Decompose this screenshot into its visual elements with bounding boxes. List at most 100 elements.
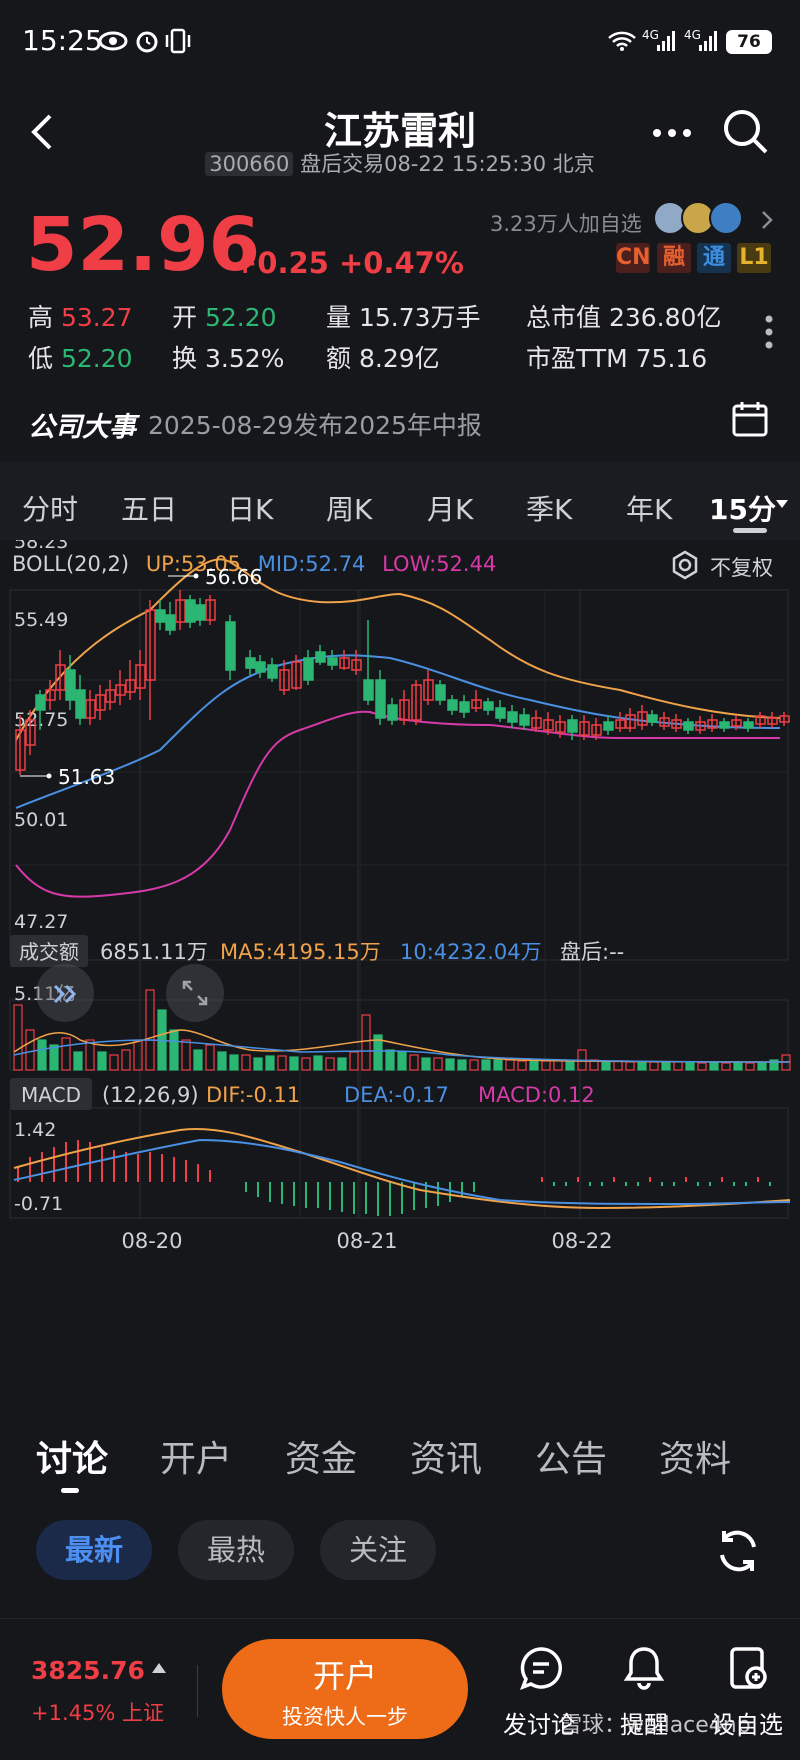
volume-bar: [121, 1049, 131, 1071]
volume-bar: [385, 1049, 395, 1071]
tab-five-day[interactable]: 五日: [121, 488, 177, 528]
volume-bar: [433, 1057, 443, 1071]
search-icon[interactable]: [722, 108, 770, 156]
open-account-button[interactable]: 开户 投资快人一步: [222, 1639, 468, 1739]
tab-weekly[interactable]: 周K: [326, 488, 372, 528]
volume-bar: [13, 1004, 23, 1071]
add-watchlist-icon[interactable]: [726, 1645, 770, 1691]
tab-intraday[interactable]: 分时: [22, 488, 78, 528]
volume-bar: [349, 1051, 359, 1071]
index-value[interactable]: 3825.76: [31, 1656, 145, 1685]
volume-bar: [241, 1054, 251, 1071]
avatar: [709, 201, 743, 235]
tab-news[interactable]: 资讯: [410, 1430, 482, 1482]
macd-label: MACD: [21, 1083, 81, 1107]
tab-open-account[interactable]: 开户: [160, 1430, 232, 1482]
stat-market-cap: 总市值 236.80亿: [526, 298, 721, 334]
stat-value: 52.20: [60, 344, 133, 373]
up-arrow-icon: [152, 1663, 166, 1673]
low-marker-dot: [46, 773, 52, 779]
status-time: 15:25: [22, 24, 103, 57]
stat-label: 换: [172, 344, 198, 373]
candle-body: [327, 657, 338, 666]
stat-open: 开 52.20: [172, 298, 277, 334]
candle-body: [155, 609, 166, 623]
caret-down-icon[interactable]: [776, 500, 788, 510]
tab-15min[interactable]: 15分: [709, 488, 776, 528]
stat-label: 低: [28, 344, 54, 373]
stat-value: 52.20: [204, 303, 277, 332]
stock-code: 300660: [205, 152, 294, 176]
stat-volume: 量 15.73万手: [326, 298, 481, 334]
candle-body: [267, 664, 278, 679]
more-vertical-icon[interactable]: [764, 314, 774, 350]
tab-announcements[interactable]: 公告: [535, 1430, 607, 1482]
candle-body: [375, 679, 386, 719]
tab-daily[interactable]: 日K: [227, 488, 273, 528]
tab-yearly[interactable]: 年K: [626, 488, 672, 528]
refresh-icon[interactable]: [714, 1527, 762, 1575]
followers-count[interactable]: 3.23万人加自选: [490, 208, 642, 238]
tab-funds[interactable]: 资金: [285, 1430, 357, 1482]
volume-bar: [685, 1062, 695, 1071]
more-icon[interactable]: [652, 128, 692, 138]
volume-bar: [361, 1014, 371, 1071]
volume-bar: [565, 1060, 575, 1071]
badge-connect[interactable]: 通: [697, 243, 731, 273]
index-change[interactable]: +1.45% 上证: [31, 1697, 164, 1727]
volume-bar: [493, 1059, 503, 1071]
badge-l1[interactable]: L1: [737, 243, 771, 273]
chat-icon[interactable]: [518, 1645, 564, 1691]
stat-value: 8.29亿: [358, 344, 440, 373]
candle-body: [75, 689, 86, 719]
filter-latest[interactable]: 最新: [36, 1520, 152, 1580]
tab-quarterly[interactable]: 季K: [526, 488, 572, 528]
chevron-right-icon[interactable]: [760, 210, 774, 230]
volume-bar: [229, 1054, 239, 1071]
volume-bar: [457, 1059, 467, 1071]
tab-monthly[interactable]: 月K: [427, 488, 473, 528]
event-label[interactable]: 公司大事: [28, 405, 136, 444]
candle-body: [743, 721, 754, 729]
wifi-icon: [608, 31, 636, 51]
tab-profile[interactable]: 资料: [659, 1430, 731, 1482]
volume-bar: [625, 1061, 635, 1071]
volume-bar: [757, 1062, 767, 1071]
event-text[interactable]: 2025-08-29发布2025年中报: [148, 406, 482, 442]
stock-subtitle: 300660 盘后交易08-22 15:25:30 北京: [200, 148, 600, 178]
candle-body: [387, 704, 398, 721]
volume-bar: [637, 1061, 647, 1071]
badge-margin[interactable]: 融: [657, 243, 691, 273]
volume-bar: [313, 1055, 323, 1071]
nav-bar: 江苏雷利 300660 盘后交易08-22 15:25:30 北京: [0, 90, 800, 180]
volume-bar: [109, 1054, 119, 1071]
stat-amount: 额 8.29亿: [326, 339, 440, 375]
macd-dif: DIF:-0.11: [206, 1083, 300, 1107]
candle-body: [519, 714, 530, 726]
filter-hot[interactable]: 最热: [178, 1520, 294, 1580]
candle-body: [225, 621, 236, 671]
last-price: 52.96: [26, 202, 261, 288]
calendar-icon[interactable]: [731, 400, 769, 438]
vibrate-icon: [165, 28, 191, 54]
trade-status: 盘后交易08-22 15:25:30 北京: [300, 152, 595, 176]
price-chart[interactable]: 58.2355.4952.7550.0147.2756.6651.63成交额 68…: [0, 540, 800, 1390]
candle-body: [185, 599, 196, 623]
volume-bar: [61, 1037, 71, 1071]
price-axis-label: 47.27: [14, 911, 68, 933]
candle-body: [195, 604, 206, 621]
bell-icon[interactable]: [622, 1645, 666, 1691]
follower-avatars[interactable]: [653, 201, 749, 235]
volume-value: 6851.11万: [100, 940, 208, 964]
badge-cn[interactable]: CN: [616, 243, 651, 273]
candle-body: [719, 721, 730, 729]
stat-low: 低 52.20: [28, 339, 133, 375]
candle-body: [647, 714, 658, 723]
stat-value: 75.16: [635, 344, 708, 373]
high-marker-label: 56.66: [205, 565, 262, 589]
volume-bar: [217, 1051, 227, 1071]
filter-following[interactable]: 关注: [320, 1520, 436, 1580]
tab-discussion[interactable]: 讨论: [36, 1430, 108, 1482]
volume-bar: [205, 1044, 215, 1071]
expand-icon: [182, 980, 208, 1006]
